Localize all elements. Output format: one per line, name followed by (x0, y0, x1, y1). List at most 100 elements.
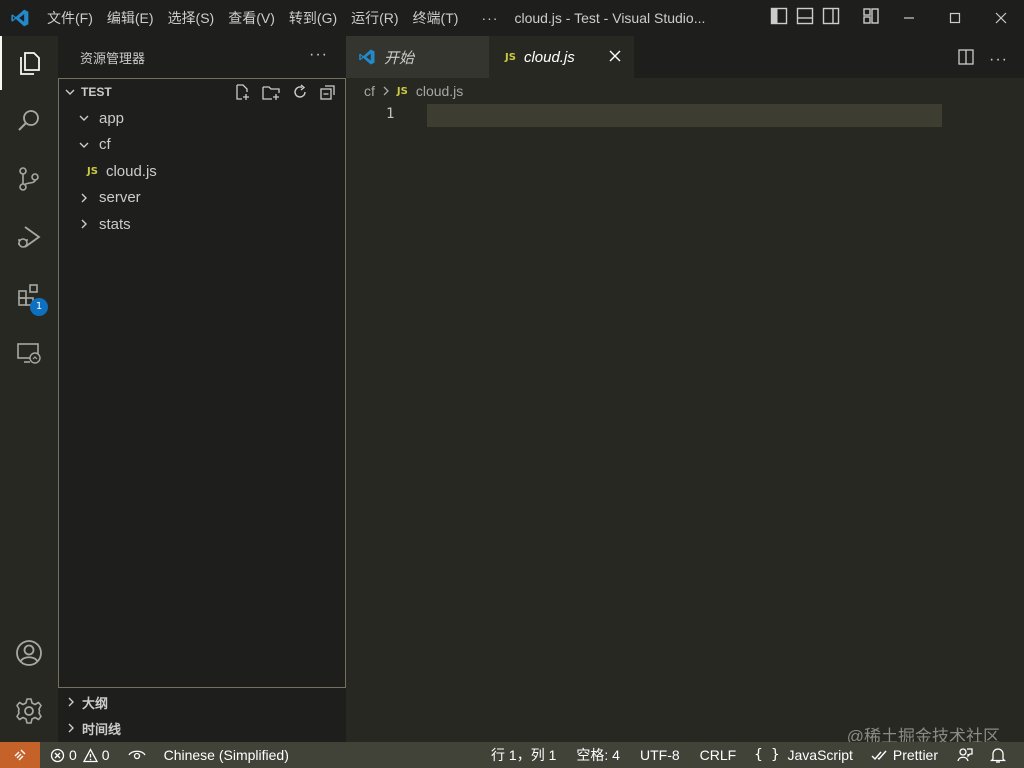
chevron-down-icon (63, 85, 77, 99)
refresh-icon[interactable] (291, 83, 309, 104)
encoding-status[interactable]: UTF-8 (640, 742, 680, 768)
breadcrumb-file[interactable]: cloud.js (416, 83, 463, 99)
remote-indicator-icon[interactable] (0, 742, 40, 768)
explorer-sidebar: 资源管理器 ··· TEST app cf JS cloud.js server… (58, 36, 346, 742)
eol-status[interactable]: CRLF (700, 742, 737, 768)
toggle-panel-icon[interactable] (796, 7, 814, 30)
timeline-title: 时间线 (82, 721, 122, 737)
editor-tabs: 开始 JS cloud.js ··· (346, 36, 1024, 78)
sidebar-more-button[interactable]: ··· (309, 46, 328, 64)
customize-layout-icon[interactable] (862, 7, 880, 30)
double-check-icon (871, 748, 889, 762)
menu-bar: 文件(F) 编辑(E) 选择(S) 查看(V) 转到(G) 运行(R) 终端(T… (40, 0, 508, 36)
folder-tree-panel: TEST app cf JS cloud.js server stats (58, 78, 346, 688)
tree-item-label: stats (99, 215, 131, 233)
extensions-badge: 1 (30, 298, 48, 316)
feedback-icon[interactable] (956, 742, 974, 768)
js-file-icon: JS (87, 165, 98, 177)
error-count: 0 (69, 747, 77, 763)
indentation-status[interactable]: 空格: 4 (576, 742, 620, 768)
new-folder-icon[interactable] (261, 83, 281, 104)
error-icon (50, 748, 65, 763)
tree-item-label: app (99, 109, 125, 127)
chevron-right-icon (77, 217, 91, 231)
chevron-down-icon (77, 111, 91, 125)
timeline-section-header[interactable]: 时间线 (58, 715, 346, 741)
run-debug-icon[interactable] (0, 210, 58, 264)
eye-icon[interactable] (128, 742, 146, 768)
vscode-logo-icon (358, 48, 376, 66)
line-number: 1 (386, 106, 395, 122)
settings-gear-icon[interactable] (0, 684, 58, 738)
menu-file[interactable]: 文件(F) (40, 0, 100, 36)
js-file-icon: JS (505, 51, 516, 63)
tree-item-cf[interactable]: cf (59, 132, 345, 159)
menu-edit[interactable]: 编辑(E) (100, 0, 161, 36)
tab-cloud-js[interactable]: JS cloud.js (489, 36, 634, 78)
status-bar: 0 0 Chinese (Simplified) 行 1，列 1 空格: 4 U… (0, 742, 1024, 768)
more-actions-icon[interactable]: ··· (989, 51, 1008, 69)
prettier-status[interactable]: Prettier (871, 742, 938, 768)
prettier-label: Prettier (892, 747, 938, 763)
new-file-icon[interactable] (233, 83, 251, 104)
language-mode[interactable]: { } JavaScript (754, 742, 853, 768)
workspace-name: TEST (81, 85, 112, 99)
source-control-icon[interactable] (0, 152, 58, 206)
account-icon[interactable] (0, 626, 58, 680)
close-tab-icon[interactable] (608, 49, 622, 67)
explorer-activity-icon[interactable] (0, 36, 58, 90)
split-editor-icon[interactable] (957, 48, 975, 71)
chevron-right-icon (381, 85, 391, 97)
menu-run[interactable]: 运行(R) (344, 0, 405, 36)
tree-item-label: server (99, 189, 141, 207)
tree-item-label: cloud.js (105, 162, 157, 180)
maximize-icon[interactable] (932, 0, 978, 36)
search-icon[interactable] (0, 94, 58, 148)
toggle-secondary-sidebar-icon[interactable] (822, 7, 840, 30)
language-pack-status[interactable]: Chinese (Simplified) (164, 742, 289, 768)
editor-actions: ··· (957, 48, 1008, 71)
remote-explorer-icon[interactable] (0, 326, 58, 380)
tab-label: cloud.js (523, 48, 575, 66)
minimize-icon[interactable] (886, 0, 932, 36)
window-title: cloud.js - Test - Visual Studio... (514, 10, 706, 26)
warning-count: 0 (101, 747, 110, 763)
editor-content[interactable]: 1 @稀土掘金技术社区 (346, 104, 1024, 746)
chevron-right-icon (64, 721, 78, 735)
tree-item-cloud-js[interactable]: JS cloud.js (59, 158, 345, 185)
tree-item-app[interactable]: app (59, 105, 345, 132)
tab-label: 开始 (384, 49, 415, 67)
current-line-highlight (427, 104, 942, 127)
menu-more-button[interactable]: ··· (465, 10, 508, 26)
explorer-actions (233, 83, 337, 104)
chevron-down-icon (77, 138, 91, 152)
tree-item-server[interactable]: server (59, 185, 345, 212)
vscode-logo-icon (0, 0, 40, 36)
chevron-right-icon (77, 191, 91, 205)
close-window-icon[interactable] (978, 0, 1024, 36)
tree-item-stats[interactable]: stats (59, 211, 345, 238)
sidebar-title: 资源管理器 (80, 50, 146, 66)
window-controls (886, 0, 1024, 36)
menu-terminal[interactable]: 终端(T) (406, 0, 466, 36)
collapse-all-icon[interactable] (319, 83, 337, 104)
sidebar-header: 资源管理器 ··· (58, 36, 346, 78)
breadcrumb: cf JS cloud.js (346, 78, 1024, 104)
tab-welcome[interactable]: 开始 (346, 36, 489, 78)
js-file-icon: JS (396, 85, 408, 97)
menu-selection[interactable]: 选择(S) (161, 0, 222, 36)
workspace-section-header[interactable]: TEST (59, 79, 345, 105)
activity-bar: 1 (0, 36, 58, 742)
layout-controls (770, 0, 880, 36)
menu-view[interactable]: 查看(V) (221, 0, 282, 36)
notifications-bell-icon[interactable] (990, 742, 1006, 768)
chevron-right-icon (64, 695, 78, 709)
problems-indicator[interactable]: 0 0 (50, 742, 110, 768)
breadcrumb-folder[interactable]: cf (364, 83, 375, 99)
braces-icon: { } (754, 747, 780, 763)
toggle-sidebar-icon[interactable] (770, 7, 788, 30)
outline-section-header[interactable]: 大纲 (58, 689, 346, 715)
menu-go[interactable]: 转到(G) (282, 0, 344, 36)
extensions-icon[interactable]: 1 (0, 268, 58, 322)
cursor-position[interactable]: 行 1，列 1 (491, 742, 556, 768)
